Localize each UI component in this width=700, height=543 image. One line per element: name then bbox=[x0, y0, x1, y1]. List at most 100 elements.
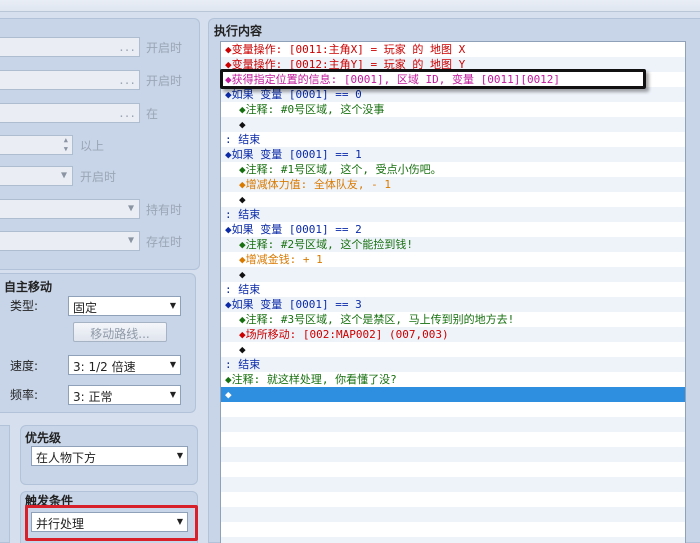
type-select[interactable]: 固定 ▼ bbox=[68, 296, 181, 316]
command-line[interactable]: ◆注释: #2号区域, 这个能捡到钱! bbox=[221, 237, 685, 252]
trigger-highlight-box bbox=[25, 505, 198, 541]
browse-dots-icon[interactable]: ... bbox=[118, 41, 136, 54]
command-line[interactable]: ◆增减体力值: 全体队友, - 1 bbox=[221, 177, 685, 192]
command-text: : 结束 bbox=[225, 208, 261, 221]
empty-row bbox=[221, 477, 685, 492]
actor-select[interactable]: ▼ bbox=[0, 231, 140, 251]
chevron-down-icon[interactable]: ▼ bbox=[177, 451, 183, 460]
command-text: ◆注释: #1号区域, 这个, 受点小伤吧。 bbox=[239, 163, 442, 176]
empty-row bbox=[221, 537, 685, 543]
command-line[interactable]: ◆ bbox=[221, 267, 685, 282]
command-text: ◆注释: #3号区域, 这个是禁区, 马上传到别的地方去! bbox=[239, 313, 515, 326]
command-text: ◆如果 变量 [0001] == 2 bbox=[225, 223, 362, 236]
condition-row-actor: ▼ 存在时 bbox=[0, 231, 200, 251]
command-text: ◆ bbox=[239, 118, 246, 131]
browse-dots-icon[interactable]: ... bbox=[118, 107, 136, 120]
type-label: 类型: bbox=[10, 299, 39, 313]
chevron-down-icon[interactable]: ▼ bbox=[128, 235, 134, 246]
switch1-field[interactable]: ... bbox=[0, 37, 140, 57]
command-line[interactable]: : 结束 bbox=[221, 357, 685, 372]
browse-dots-icon[interactable]: ... bbox=[118, 74, 136, 87]
switch1-label: 开启时 bbox=[146, 41, 183, 55]
command-text: ◆注释: #0号区域, 这个没事 bbox=[239, 103, 385, 116]
chevron-down-icon[interactable]: ▼ bbox=[128, 203, 134, 214]
command-line[interactable]: ◆ bbox=[221, 342, 685, 357]
self-switch-label: 开启时 bbox=[80, 170, 117, 184]
speed-select[interactable]: 3: 1/2 倍速 ▼ bbox=[68, 355, 181, 375]
command-line[interactable]: ◆注释: #3号区域, 这个是禁区, 马上传到别的地方去! bbox=[221, 312, 685, 327]
top-strip bbox=[0, 0, 700, 12]
empty-row bbox=[221, 402, 685, 417]
auto-move-title: 自主移动 bbox=[4, 280, 53, 294]
command-text: ◆变量操作: [0011:主角X] = 玩家 的 地图 X bbox=[225, 43, 466, 56]
command-line[interactable]: : 结束 bbox=[221, 132, 685, 147]
command-line[interactable]: ◆注释: 就这样处理, 你看懂了没? bbox=[221, 372, 685, 387]
command-text: ◆场所移动: [002:MAP002] (007,003) bbox=[239, 328, 449, 341]
contents-title: 执行内容 bbox=[214, 24, 263, 38]
frequency-value: 3: 正常 bbox=[73, 390, 113, 404]
empty-row bbox=[221, 417, 685, 432]
chevron-down-icon[interactable]: ▼ bbox=[170, 360, 176, 369]
chevron-down-icon[interactable]: ▼ bbox=[170, 390, 176, 399]
command-text: ◆注释: #2号区域, 这个能捡到钱! bbox=[239, 238, 413, 251]
command-line[interactable]: ◆注释: #1号区域, 这个, 受点小伤吧。 bbox=[221, 162, 685, 177]
options-panel-edge bbox=[0, 425, 10, 543]
conditions-panel: ... 开启时 ... 开启时 ... 在 ▲ ▼ 以上 ▼ 开启时 ▼ 持有时 … bbox=[0, 18, 200, 270]
command-text: ◆如果 变量 [0001] == 1 bbox=[225, 148, 362, 161]
switch2-field[interactable]: ... bbox=[0, 70, 140, 90]
empty-row bbox=[221, 507, 685, 522]
command-text: ◆ bbox=[225, 388, 232, 401]
condition-row-switch1: ... 开启时 bbox=[0, 37, 200, 57]
command-line[interactable]: : 结束 bbox=[221, 282, 685, 297]
variable-value-stepper[interactable]: ▲ ▼ bbox=[0, 135, 73, 155]
command-line[interactable]: ◆ bbox=[221, 192, 685, 207]
empty-row bbox=[221, 492, 685, 507]
switch2-label: 开启时 bbox=[146, 74, 183, 88]
actor-label: 存在时 bbox=[146, 235, 183, 249]
command-text: : 结束 bbox=[225, 133, 261, 146]
command-line[interactable]: ◆注释: #0号区域, 这个没事 bbox=[221, 102, 685, 117]
command-text: ◆增减体力值: 全体队友, - 1 bbox=[239, 178, 391, 191]
command-text: ◆ bbox=[239, 343, 246, 356]
chevron-down-icon[interactable]: ▼ bbox=[170, 301, 176, 310]
speed-label: 速度: bbox=[10, 359, 39, 373]
command-text: : 结束 bbox=[225, 358, 261, 371]
move-route-button[interactable]: 移动路线... bbox=[73, 322, 167, 342]
command-line[interactable]: ◆如果 变量 [0001] == 0 bbox=[221, 87, 685, 102]
command-list[interactable]: ◆变量操作: [0011:主角X] = 玩家 的 地图 X ◆变量操作: [001… bbox=[220, 41, 686, 543]
item-select[interactable]: ▼ bbox=[0, 199, 140, 219]
command-line[interactable]: ◆场所移动: [002:MAP002] (007,003) bbox=[221, 327, 685, 342]
command-line[interactable]: : 结束 bbox=[221, 207, 685, 222]
empty-row bbox=[221, 462, 685, 477]
command-line[interactable]: ◆ bbox=[221, 117, 685, 132]
variable-label: 在 bbox=[146, 107, 159, 121]
priority-group: 优先级 在人物下方 ▼ bbox=[20, 425, 198, 485]
condition-row-value: ▲ ▼ 以上 bbox=[0, 135, 200, 155]
contents-panel: 执行内容 ◆变量操作: [0011:主角X] = 玩家 的 地图 X ◆变量操作:… bbox=[208, 18, 700, 543]
command-line[interactable]: ◆变量操作: [0011:主角X] = 玩家 的 地图 X bbox=[221, 42, 685, 57]
command-text: ◆如果 变量 [0001] == 0 bbox=[225, 88, 362, 101]
auto-move-group: 自主移动 类型: 固定 ▼ 移动路线... 速度: 3: 1/2 倍速 ▼ 频率… bbox=[0, 273, 196, 413]
command-line[interactable]: ◆ bbox=[221, 387, 685, 402]
priority-select[interactable]: 在人物下方 ▼ bbox=[31, 446, 188, 466]
frequency-label: 频率: bbox=[10, 388, 39, 402]
self-switch-select[interactable]: ▼ bbox=[0, 166, 73, 186]
variable-field[interactable]: ... bbox=[0, 103, 140, 123]
command-line[interactable]: ◆如果 变量 [0001] == 3 bbox=[221, 297, 685, 312]
chevron-down-icon[interactable]: ▼ bbox=[61, 170, 67, 181]
command-text: ◆注释: 就这样处理, 你看懂了没? bbox=[225, 373, 397, 386]
condition-row-item: ▼ 持有时 bbox=[0, 199, 200, 219]
command-text: ◆如果 变量 [0001] == 3 bbox=[225, 298, 362, 311]
condition-row-variable: ... 在 bbox=[0, 103, 200, 123]
command-line[interactable]: ◆如果 变量 [0001] == 2 bbox=[221, 222, 685, 237]
command-line[interactable]: ◆如果 变量 [0001] == 1 bbox=[221, 147, 685, 162]
command-line[interactable]: ◆增减金钱: + 1 bbox=[221, 252, 685, 267]
priority-value: 在人物下方 bbox=[36, 451, 97, 465]
condition-row-selfswitch: ▼ 开启时 bbox=[0, 166, 200, 186]
type-value: 固定 bbox=[73, 301, 98, 315]
spinner-arrows-icon[interactable]: ▲ ▼ bbox=[64, 136, 68, 154]
empty-row bbox=[221, 522, 685, 537]
command-text: ◆ bbox=[239, 268, 246, 281]
command-text: ◆ bbox=[239, 193, 246, 206]
frequency-select[interactable]: 3: 正常 ▼ bbox=[68, 385, 181, 405]
